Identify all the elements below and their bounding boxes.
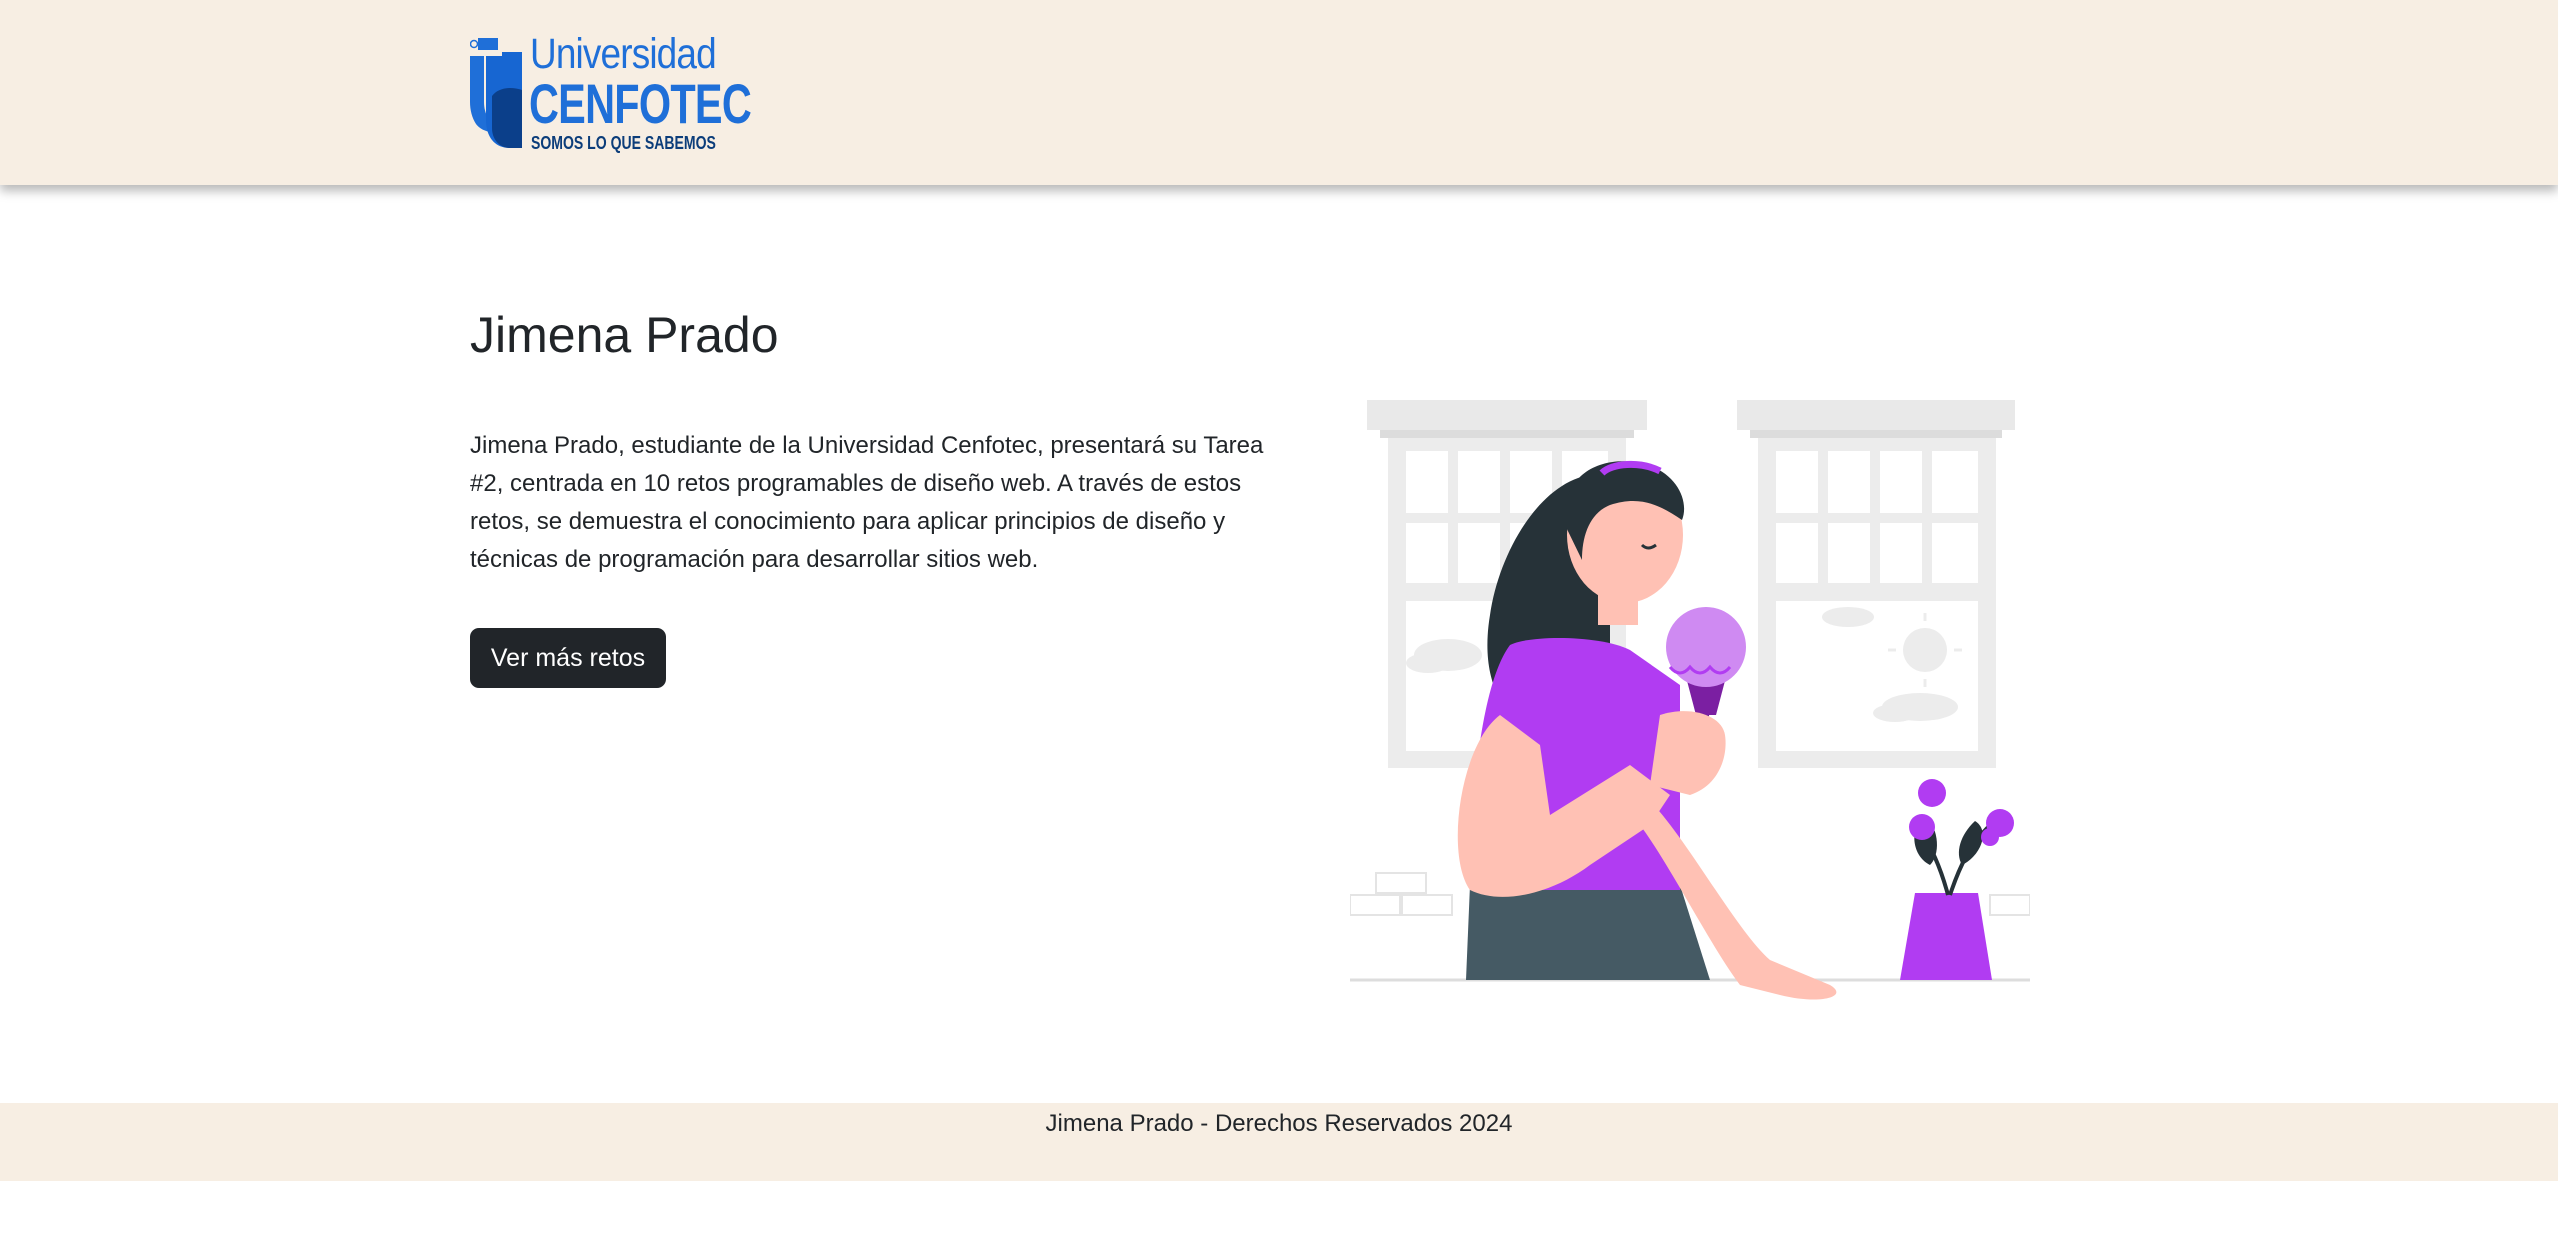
girl-ice-cream-illustration-icon xyxy=(1350,400,2030,1000)
cenfotec-logo[interactable]: Universidad CENFOTEC SOMOS LO QUE SABEMO… xyxy=(470,30,752,154)
logo-wordmark: Universidad xyxy=(530,30,717,78)
logo-tagline: SOMOS LO QUE SABEMOS xyxy=(531,133,716,153)
page: Universidad CENFOTEC SOMOS LO QUE SABEMO… xyxy=(0,0,2558,1243)
cenfotec-logo-mark-icon xyxy=(470,38,522,148)
site-footer: Jimena Prado - Derechos Reservados 2024 xyxy=(0,1103,2558,1181)
footer-copyright: Jimena Prado - Derechos Reservados 2024 xyxy=(1045,1110,1513,1137)
more-challenges-button[interactable]: Ver más retos xyxy=(470,628,666,688)
site-header: Universidad CENFOTEC SOMOS LO QUE SABEMO… xyxy=(0,0,2558,185)
page-title: Jimena Prado xyxy=(470,307,779,363)
logo-brand-name: CENFOTEC xyxy=(529,72,752,135)
intro-paragraph: Jimena Prado, estudiante de la Universid… xyxy=(470,432,1264,573)
